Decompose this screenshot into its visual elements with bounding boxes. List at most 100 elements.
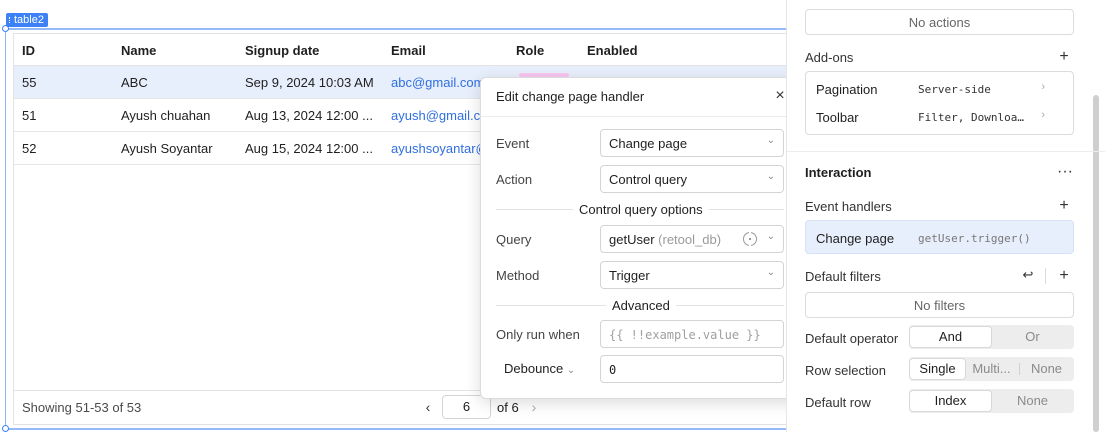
chevron-left-icon[interactable]: ‹ [420,397,436,417]
modal-divider [481,116,799,117]
query-resource: (retool_db) [658,232,722,247]
query-select[interactable]: getUser (retool_db) ⌄ [600,225,784,253]
cell-email-link[interactable]: abc@gmail.com [391,75,484,90]
chevron-right-icon: › [1041,81,1045,93]
interaction-title: Interaction [805,165,872,180]
row-selection-option-multi[interactable]: Multi... [965,359,1018,379]
cell-id: 55 [22,75,37,90]
addon-value: Filter, Downloa… [918,111,1024,124]
pagination-summary: Showing 51-53 of 53 [22,400,142,415]
addon-row-pagination[interactable]: Pagination Server-side › [806,72,1073,104]
default-row-toggle: Index None [909,389,1074,413]
column-header-signup-date[interactable]: Signup date [245,43,319,58]
cell-id: 51 [22,108,37,123]
toolbar-separator [1045,268,1046,284]
only-run-when-label: Only run when [496,327,580,342]
default-operator-toggle: And Or [909,325,1074,349]
column-header-enabled[interactable]: Enabled [587,43,638,58]
chevron-down-icon: ⌄ [766,267,775,278]
chevron-right-icon: › [1041,109,1045,121]
section-control-query-options: Control query options [573,202,709,217]
cell-id: 52 [22,141,37,156]
undo-icon[interactable]: ↩ [1021,267,1035,283]
filters-empty-box: No filters [805,292,1074,318]
event-select-value: Change page [609,136,688,151]
column-header-id[interactable]: ID [22,43,35,58]
more-icon[interactable]: ··· [1057,163,1073,181]
operator-option-and[interactable]: And [910,327,991,347]
default-row-option-none[interactable]: None [992,391,1073,411]
selection-outline-bottom [5,428,786,430]
event-handler-value: getUser.trigger() [918,232,1031,245]
debounce-dropdown[interactable]: Debounce ⌄ [496,358,583,380]
chevron-down-icon: ⌄ [766,171,775,182]
only-run-when-placeholder: {{ !!example.value }} [609,328,761,342]
column-header-email[interactable]: Email [391,43,426,58]
action-select[interactable]: Control query ⌄ [600,165,784,193]
resize-handle-bottom-left[interactable] [2,425,9,432]
cell-name: Ayush chuahan [121,108,211,123]
add-filter-plus-icon[interactable]: + [1057,267,1071,285]
component-name-tag[interactable]: table2 [6,13,48,27]
filters-empty-text: No filters [913,298,966,313]
crosshair-icon[interactable] [743,230,757,248]
add-addon-plus-icon[interactable]: + [1057,48,1071,66]
row-selection-toggle: Single Multi... None [909,357,1074,381]
addon-label: Toolbar [816,110,859,125]
column-header-role[interactable]: Role [516,43,544,58]
addons-title: Add-ons [805,50,854,65]
default-row-option-index[interactable]: Index [910,391,991,411]
page-total: of 6 [497,400,519,415]
selection-outline-left [5,30,6,429]
addon-row-toolbar[interactable]: Toolbar Filter, Downloa… › [806,104,1073,134]
row-selection-option-none[interactable]: None [1020,359,1073,379]
inspector-panel: No actions Add-ons + Pagination Server-s… [786,0,1105,432]
method-label: Method [496,268,540,283]
method-select-value: Trigger [609,268,650,283]
actions-empty-text: No actions [908,15,971,30]
debounce-label: Debounce [504,361,564,376]
event-select[interactable]: Change page ⌄ [600,129,784,157]
selection-outline-top [5,28,786,30]
addon-label: Pagination [816,82,878,97]
default-row-label: Default row [805,395,871,410]
query-name: getUser [609,232,655,247]
cell-email-link[interactable]: ayushsoyantar@ [391,141,489,156]
query-select-value: getUser (retool_db) [609,232,721,247]
default-operator-label: Default operator [805,331,899,346]
cell-name: Ayush Soyantar [121,141,213,156]
action-select-value: Control query [609,172,688,187]
event-handler-item[interactable]: Change page getUser.trigger() [805,220,1074,254]
method-select[interactable]: Trigger ⌄ [600,261,784,289]
debounce-input[interactable]: 0 [600,355,784,383]
only-run-when-input[interactable]: {{ !!example.value }} [600,320,784,348]
table-header: ID Name Signup date Email Role Enabled [14,34,786,66]
modal-title: Edit change page handler [496,89,645,104]
cell-signup-date: Sep 9, 2024 10:03 AM [245,75,374,90]
chevron-right-icon[interactable]: › [526,397,542,417]
panel-divider [787,151,1105,152]
row-selection-option-single[interactable]: Single [910,359,965,379]
chevron-down-icon: ⌄ [766,135,775,146]
panel-scrollbar[interactable] [1093,95,1099,432]
event-handler-modal: Edit change page handler × Event Change … [480,77,800,399]
query-label: Query [496,232,532,247]
operator-option-or[interactable]: Or [992,327,1073,347]
add-event-handler-plus-icon[interactable]: + [1057,197,1071,215]
addons-list: Pagination Server-side › Toolbar Filter,… [805,71,1074,135]
default-filters-title: Default filters [805,269,881,284]
event-handler-label: Change page [816,231,895,246]
event-label: Event [496,136,530,151]
row-selection-label: Row selection [805,363,886,378]
debounce-value: 0 [609,363,617,377]
cell-email-link[interactable]: ayush@gmail.co [391,108,487,123]
section-advanced: Advanced [606,298,676,313]
cell-signup-date: Aug 15, 2024 12:00 ... [245,141,373,156]
cell-name: ABC [121,75,148,90]
chevron-down-icon: ⌄ [566,365,576,376]
action-label: Action [496,172,533,187]
chevron-down-icon: ⌄ [766,231,775,242]
event-handlers-title: Event handlers [805,199,892,214]
column-header-name[interactable]: Name [121,43,156,58]
actions-empty-box: No actions [805,9,1074,35]
